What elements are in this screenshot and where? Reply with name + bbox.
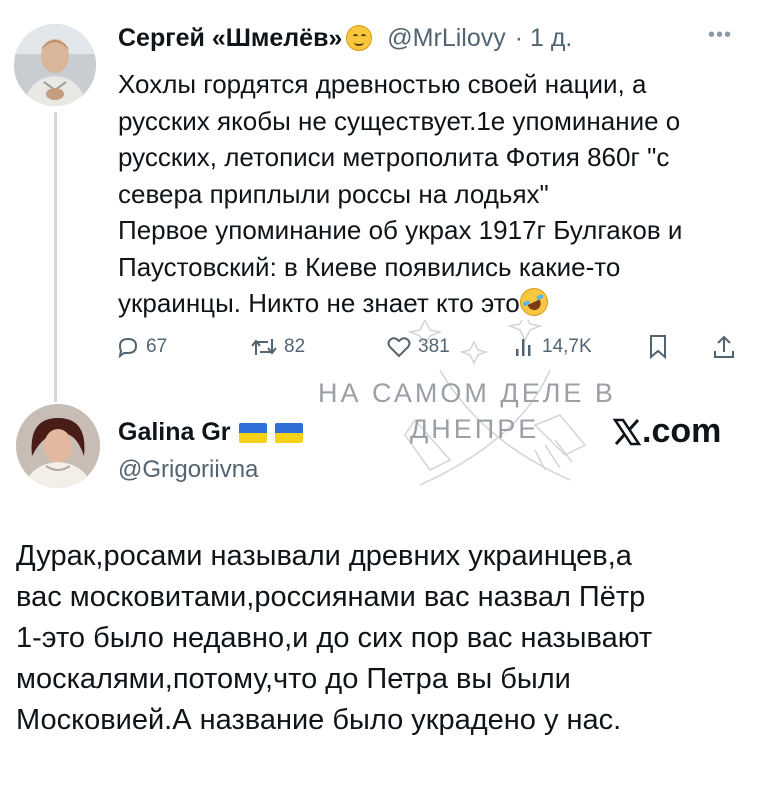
tweet2-author: Galina Gr: [118, 418, 303, 447]
tweet1-handle[interactable]: @MrLilovy: [387, 24, 505, 52]
thread-line: [54, 112, 57, 402]
repost-icon: [251, 339, 277, 355]
tweet1-timestamp[interactable]: · 1 д.: [515, 24, 573, 52]
tweet1-author-name[interactable]: Сергей «Шмелёв»: [118, 24, 342, 52]
upside-down-face-icon: [346, 25, 373, 51]
watermark-text-line1: НА САМОМ ДЕЛЕ В: [318, 378, 616, 408]
share-button[interactable]: [712, 330, 742, 364]
share-icon: [714, 335, 734, 358]
tweet2-handle[interactable]: @Grigoriivna: [118, 456, 258, 484]
ukraine-flag-icon: [274, 422, 303, 443]
avatar-tweet2[interactable]: [16, 404, 100, 488]
ukraine-flag-icon: [238, 422, 267, 443]
watermark-text-line2: ДНЕПРЕ: [410, 414, 540, 444]
reply-button[interactable]: 67: [116, 330, 167, 364]
bookmark-icon: [650, 335, 666, 360]
rolling-on-floor-laughing-icon: [515, 283, 553, 321]
tweet2-author-name[interactable]: Galina Gr: [118, 418, 231, 447]
watermark-site-text: .com: [642, 412, 722, 450]
tweet1-header: Сергей «Шмелёв» @MrLilovy · 1 д.: [118, 24, 572, 53]
x-logo-icon: [612, 418, 642, 445]
more-options-icon[interactable]: •••: [708, 24, 732, 47]
avatar-tweet1[interactable]: [14, 24, 96, 106]
bookmark-button[interactable]: [648, 330, 674, 364]
tweet2-body: Дурак,росами называли древних украинцев,…: [16, 540, 653, 736]
tweet1-text: Хохлы гордятся древностью своей нации, а…: [118, 69, 683, 318]
tweet1-body: Хохлы гордятся древностью своей нации, а…: [118, 66, 743, 322]
repost-button[interactable]: 82: [250, 330, 305, 364]
repost-count: 82: [284, 336, 306, 357]
watermark-site-label: .com: [612, 412, 721, 451]
reply-icon: [118, 337, 138, 359]
reply-count: 67: [146, 336, 168, 357]
